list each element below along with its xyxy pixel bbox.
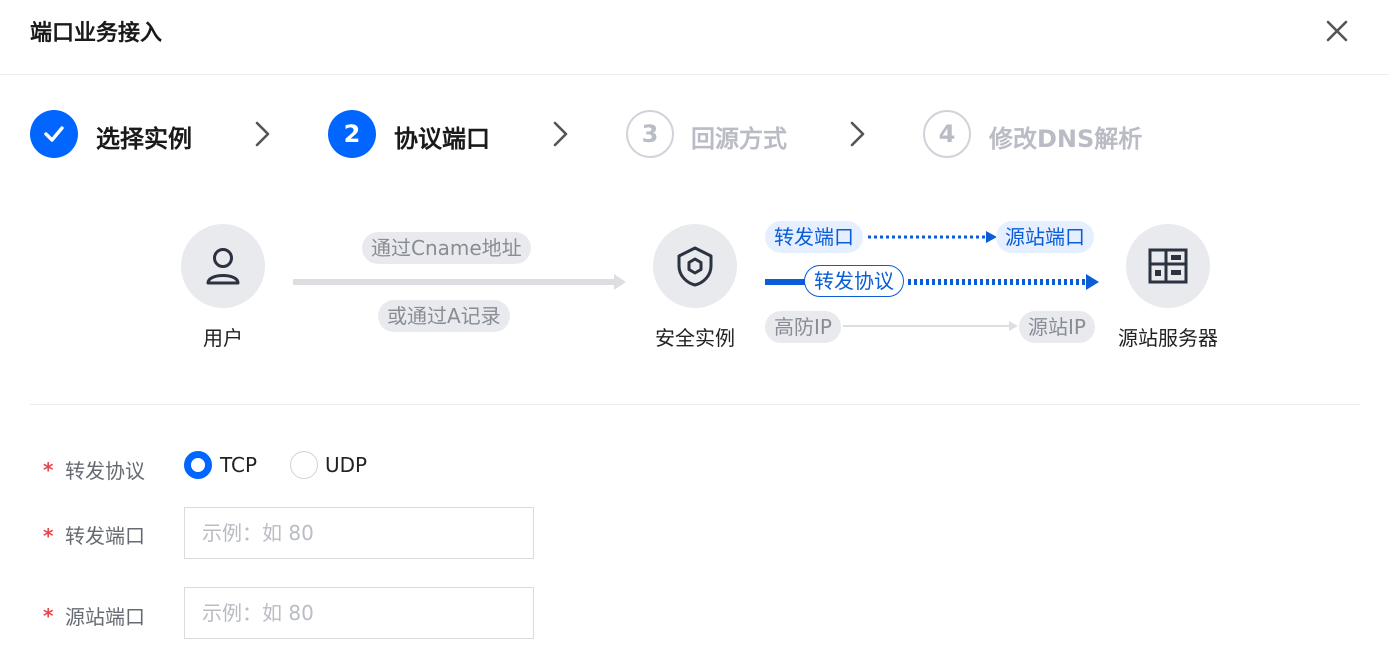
security-instance-node <box>653 224 737 308</box>
origin-server-label: 源站服务器 <box>1118 326 1218 350</box>
via-cname-tag: 通过Cname地址 <box>362 232 531 264</box>
required-mark: * <box>43 524 54 548</box>
udp-radio[interactable] <box>290 451 318 479</box>
origin-port-tag: 源站端口 <box>996 221 1094 253</box>
section-divider <box>30 404 1360 405</box>
user-icon <box>206 248 240 285</box>
via-a-record-tag: 或通过A记录 <box>378 300 510 332</box>
high-defense-ip-tag: 高防IP <box>765 311 841 343</box>
udp-radio-label[interactable]: UDP <box>325 453 367 477</box>
security-instance-label: 安全实例 <box>655 326 735 350</box>
user-node <box>181 224 265 308</box>
forward-port-label: 转发端口 <box>65 524 145 548</box>
origin-port-label: 源站端口 <box>65 605 145 629</box>
protocol-label: 转发协议 <box>65 459 145 483</box>
shield-icon <box>677 246 713 287</box>
forward-port-input[interactable] <box>184 507 534 559</box>
forward-protocol-tag: 转发协议 <box>804 265 904 297</box>
user-label: 用户 <box>203 326 243 350</box>
origin-ip-tag: 源站IP <box>1019 311 1095 343</box>
tcp-radio-label[interactable]: TCP <box>220 453 257 477</box>
origin-port-input[interactable] <box>184 587 534 639</box>
required-mark: * <box>43 604 54 628</box>
tcp-radio[interactable] <box>184 451 212 479</box>
origin-server-node <box>1126 224 1210 308</box>
forward-port-tag: 转发端口 <box>765 221 863 253</box>
required-mark: * <box>43 458 54 482</box>
server-icon <box>1148 248 1188 284</box>
